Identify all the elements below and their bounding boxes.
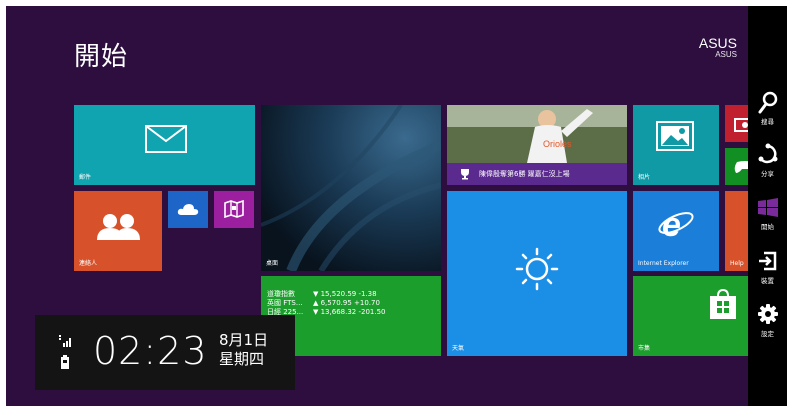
- stock-row: 道瓊指數 ▼ 15,520.59 -1.38: [267, 290, 377, 298]
- charm-start[interactable]: 開始: [748, 194, 787, 238]
- clock-date-block: 8月1日 星期四: [219, 331, 268, 369]
- charm-label: 設定: [761, 330, 774, 338]
- charm-label: 搜尋: [761, 118, 774, 126]
- stock-list: 道瓊指數 ▼ 15,520.59 -1.38 英國 FTS... ▲ 6,570.9…: [267, 290, 385, 317]
- start-screen: 開始 ASUS ASUS 郵件 連絡人 桌面 道瓊指數 ▼ 15,520.59 …: [6, 6, 787, 406]
- tile-mail[interactable]: 郵件: [74, 105, 255, 185]
- settings-gear-icon: [758, 304, 778, 324]
- search-icon: [758, 91, 778, 114]
- svg-text:Orioles: Orioles: [543, 139, 572, 149]
- clock-time: 02:23: [93, 329, 208, 373]
- tile-label: Help: [730, 260, 744, 267]
- sports-photo: Orioles: [447, 105, 627, 163]
- tile-photos[interactable]: 相片: [633, 105, 719, 185]
- share-icon: [758, 143, 778, 164]
- tile-label: 連絡人: [79, 260, 98, 267]
- desktop-wallpaper: [261, 105, 441, 271]
- clock-date: 8月1日: [219, 331, 269, 349]
- tile-people[interactable]: 連絡人: [74, 191, 162, 271]
- tile-label: 市集: [638, 345, 651, 352]
- charm-devices[interactable]: 裝置: [748, 248, 787, 292]
- clock-weekday: 星期四: [219, 350, 265, 368]
- signal-strength-icon: [59, 335, 71, 347]
- windows-logo-icon: [758, 198, 778, 217]
- store-bag-icon: [710, 288, 736, 319]
- sun-icon: [515, 247, 559, 291]
- tile-label: 相片: [638, 174, 651, 181]
- tile-desktop[interactable]: 桌面: [261, 105, 441, 271]
- photo-icon: [656, 121, 694, 151]
- tile-maps[interactable]: [214, 191, 254, 228]
- trophy-icon: [461, 169, 469, 180]
- sports-caption-bar: 陳偉殷奪第6勝 躍嘉仁沒上場: [447, 163, 627, 185]
- charm-share[interactable]: 分享: [748, 141, 787, 185]
- tile-label: 天氣: [452, 345, 465, 352]
- charm-label: 裝置: [761, 277, 774, 285]
- clock-overlay: 02:23 8月1日 星期四: [35, 315, 295, 390]
- people-icon: [97, 214, 140, 240]
- tile-label: 郵件: [79, 174, 92, 181]
- sports-caption: 陳偉殷奪第6勝 躍嘉仁沒上場: [479, 170, 570, 178]
- tile-internet-explorer[interactable]: e Internet Explorer: [633, 191, 719, 271]
- stock-row: 英國 FTS... ▲ 6,570.95 +10.70: [267, 299, 380, 307]
- charms-bar: 搜尋 分享 開始 裝置 設定: [748, 6, 787, 406]
- tile-onedrive[interactable]: [168, 191, 208, 228]
- tile-label: 桌面: [266, 260, 279, 267]
- tile-label: Internet Explorer: [638, 260, 689, 267]
- cloud-icon: [177, 204, 199, 215]
- user-account[interactable]: ASUS ASUS: [699, 36, 737, 60]
- map-icon: [224, 200, 244, 218]
- internet-explorer-icon: e: [658, 206, 694, 241]
- tile-weather[interactable]: 天氣: [447, 191, 627, 356]
- charm-settings[interactable]: 設定: [748, 301, 787, 345]
- battery-icon: [61, 355, 69, 369]
- user-subtitle: ASUS: [715, 50, 737, 59]
- charm-label: 開始: [761, 223, 774, 231]
- devices-icon: [759, 251, 777, 271]
- charm-label: 分享: [761, 170, 774, 178]
- svg-text:e: e: [662, 206, 681, 241]
- tile-sports[interactable]: Orioles 陳偉殷奪第6勝 躍嘉仁沒上場: [447, 105, 627, 185]
- mail-icon: [145, 125, 187, 153]
- user-name: ASUS: [698, 35, 737, 51]
- page-title: 開始: [74, 42, 129, 72]
- charm-search[interactable]: 搜尋: [748, 89, 787, 133]
